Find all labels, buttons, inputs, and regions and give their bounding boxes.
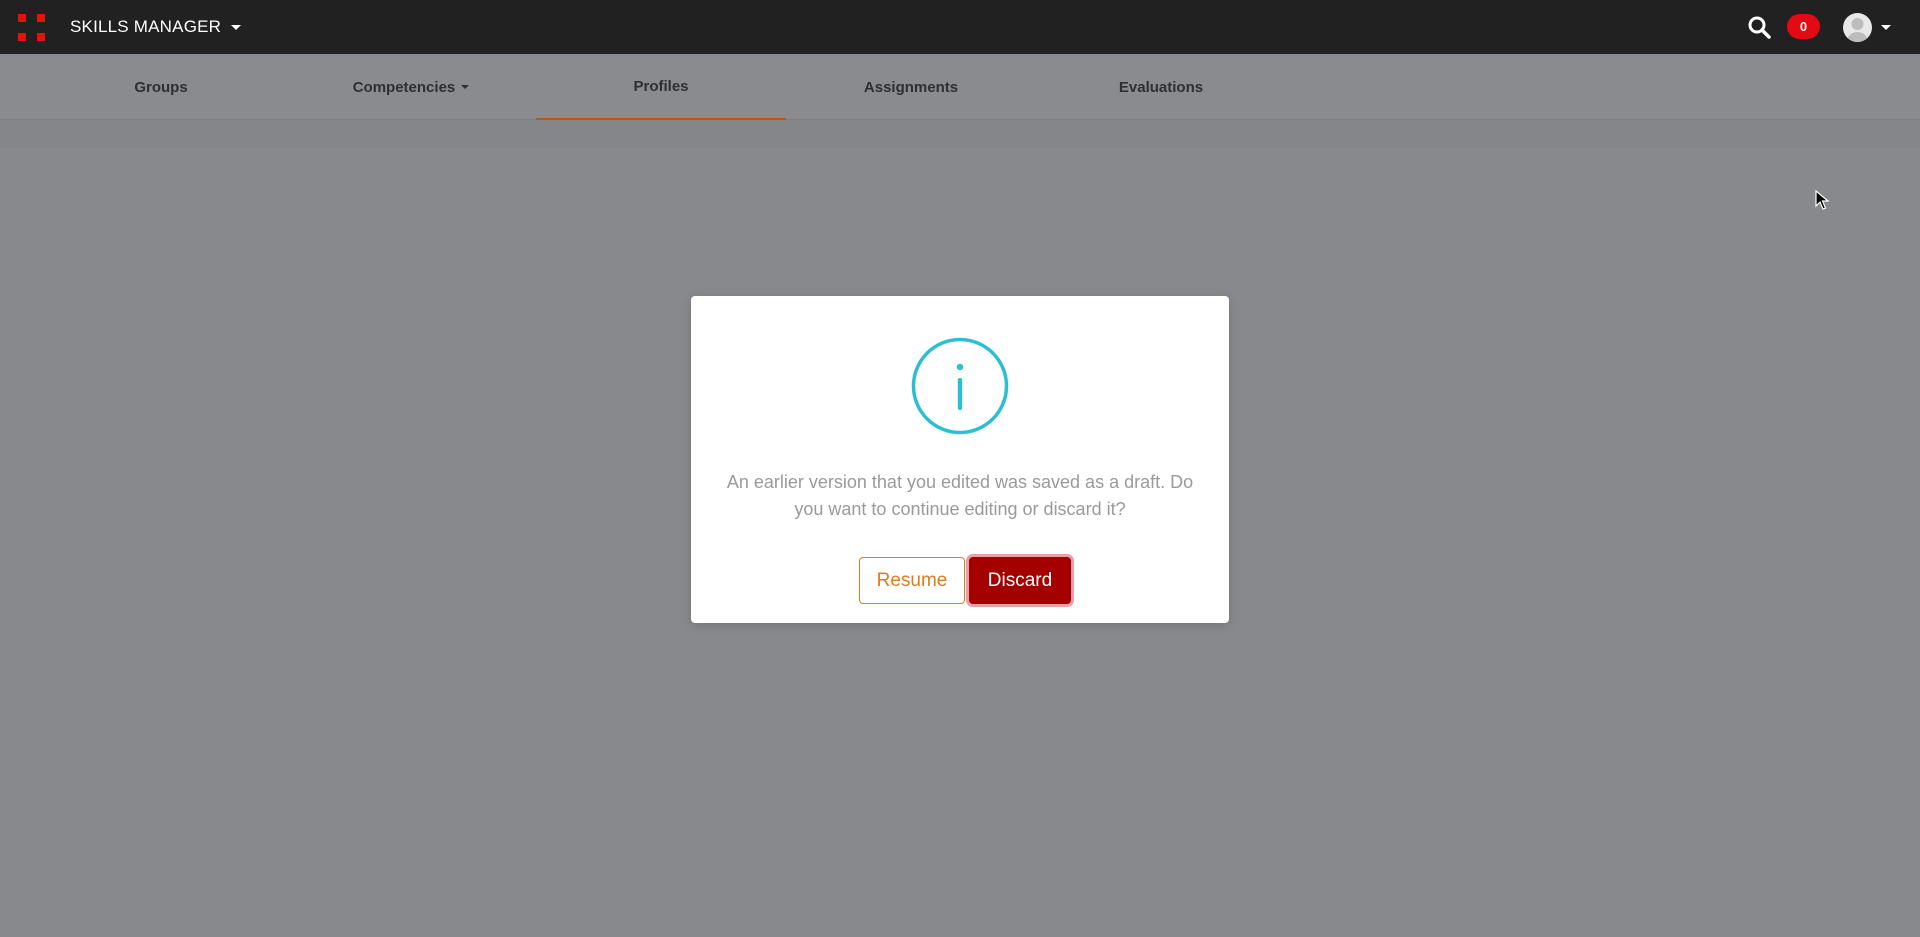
chevron-down-icon[interactable]: [1881, 25, 1891, 30]
discard-button[interactable]: Discard: [969, 557, 1071, 604]
notification-badge[interactable]: 0: [1787, 14, 1820, 39]
info-icon: [911, 337, 1009, 435]
search-icon[interactable]: [1747, 15, 1771, 39]
app-switcher[interactable]: SKILLS MANAGER: [70, 0, 242, 54]
tab-competencies[interactable]: Competencies: [286, 54, 536, 120]
sub-header: [0, 120, 1920, 148]
user-avatar-icon[interactable]: [1843, 13, 1872, 42]
notification-count: 0: [1799, 19, 1808, 34]
top-bar: SKILLS MANAGER: [0, 0, 1920, 54]
dialog-message: An earlier version that you edited was s…: [726, 472, 1194, 519]
grid-logo-icon[interactable]: [18, 14, 45, 41]
tab-profiles[interactable]: Profiles: [536, 54, 786, 120]
app-title: SKILLS MANAGER: [70, 17, 222, 36]
tab-groups[interactable]: Groups: [36, 54, 286, 120]
tab-evaluations[interactable]: Evaluations: [1036, 54, 1286, 120]
chevron-down-icon: [461, 85, 470, 89]
resume-button[interactable]: Resume: [859, 557, 965, 604]
draft-dialog: An earlier version that you edited was s…: [691, 296, 1229, 623]
chevron-down-icon: [231, 24, 242, 30]
tab-assignments[interactable]: Assignments: [786, 54, 1036, 120]
mouse-cursor-icon: [1815, 190, 1829, 210]
